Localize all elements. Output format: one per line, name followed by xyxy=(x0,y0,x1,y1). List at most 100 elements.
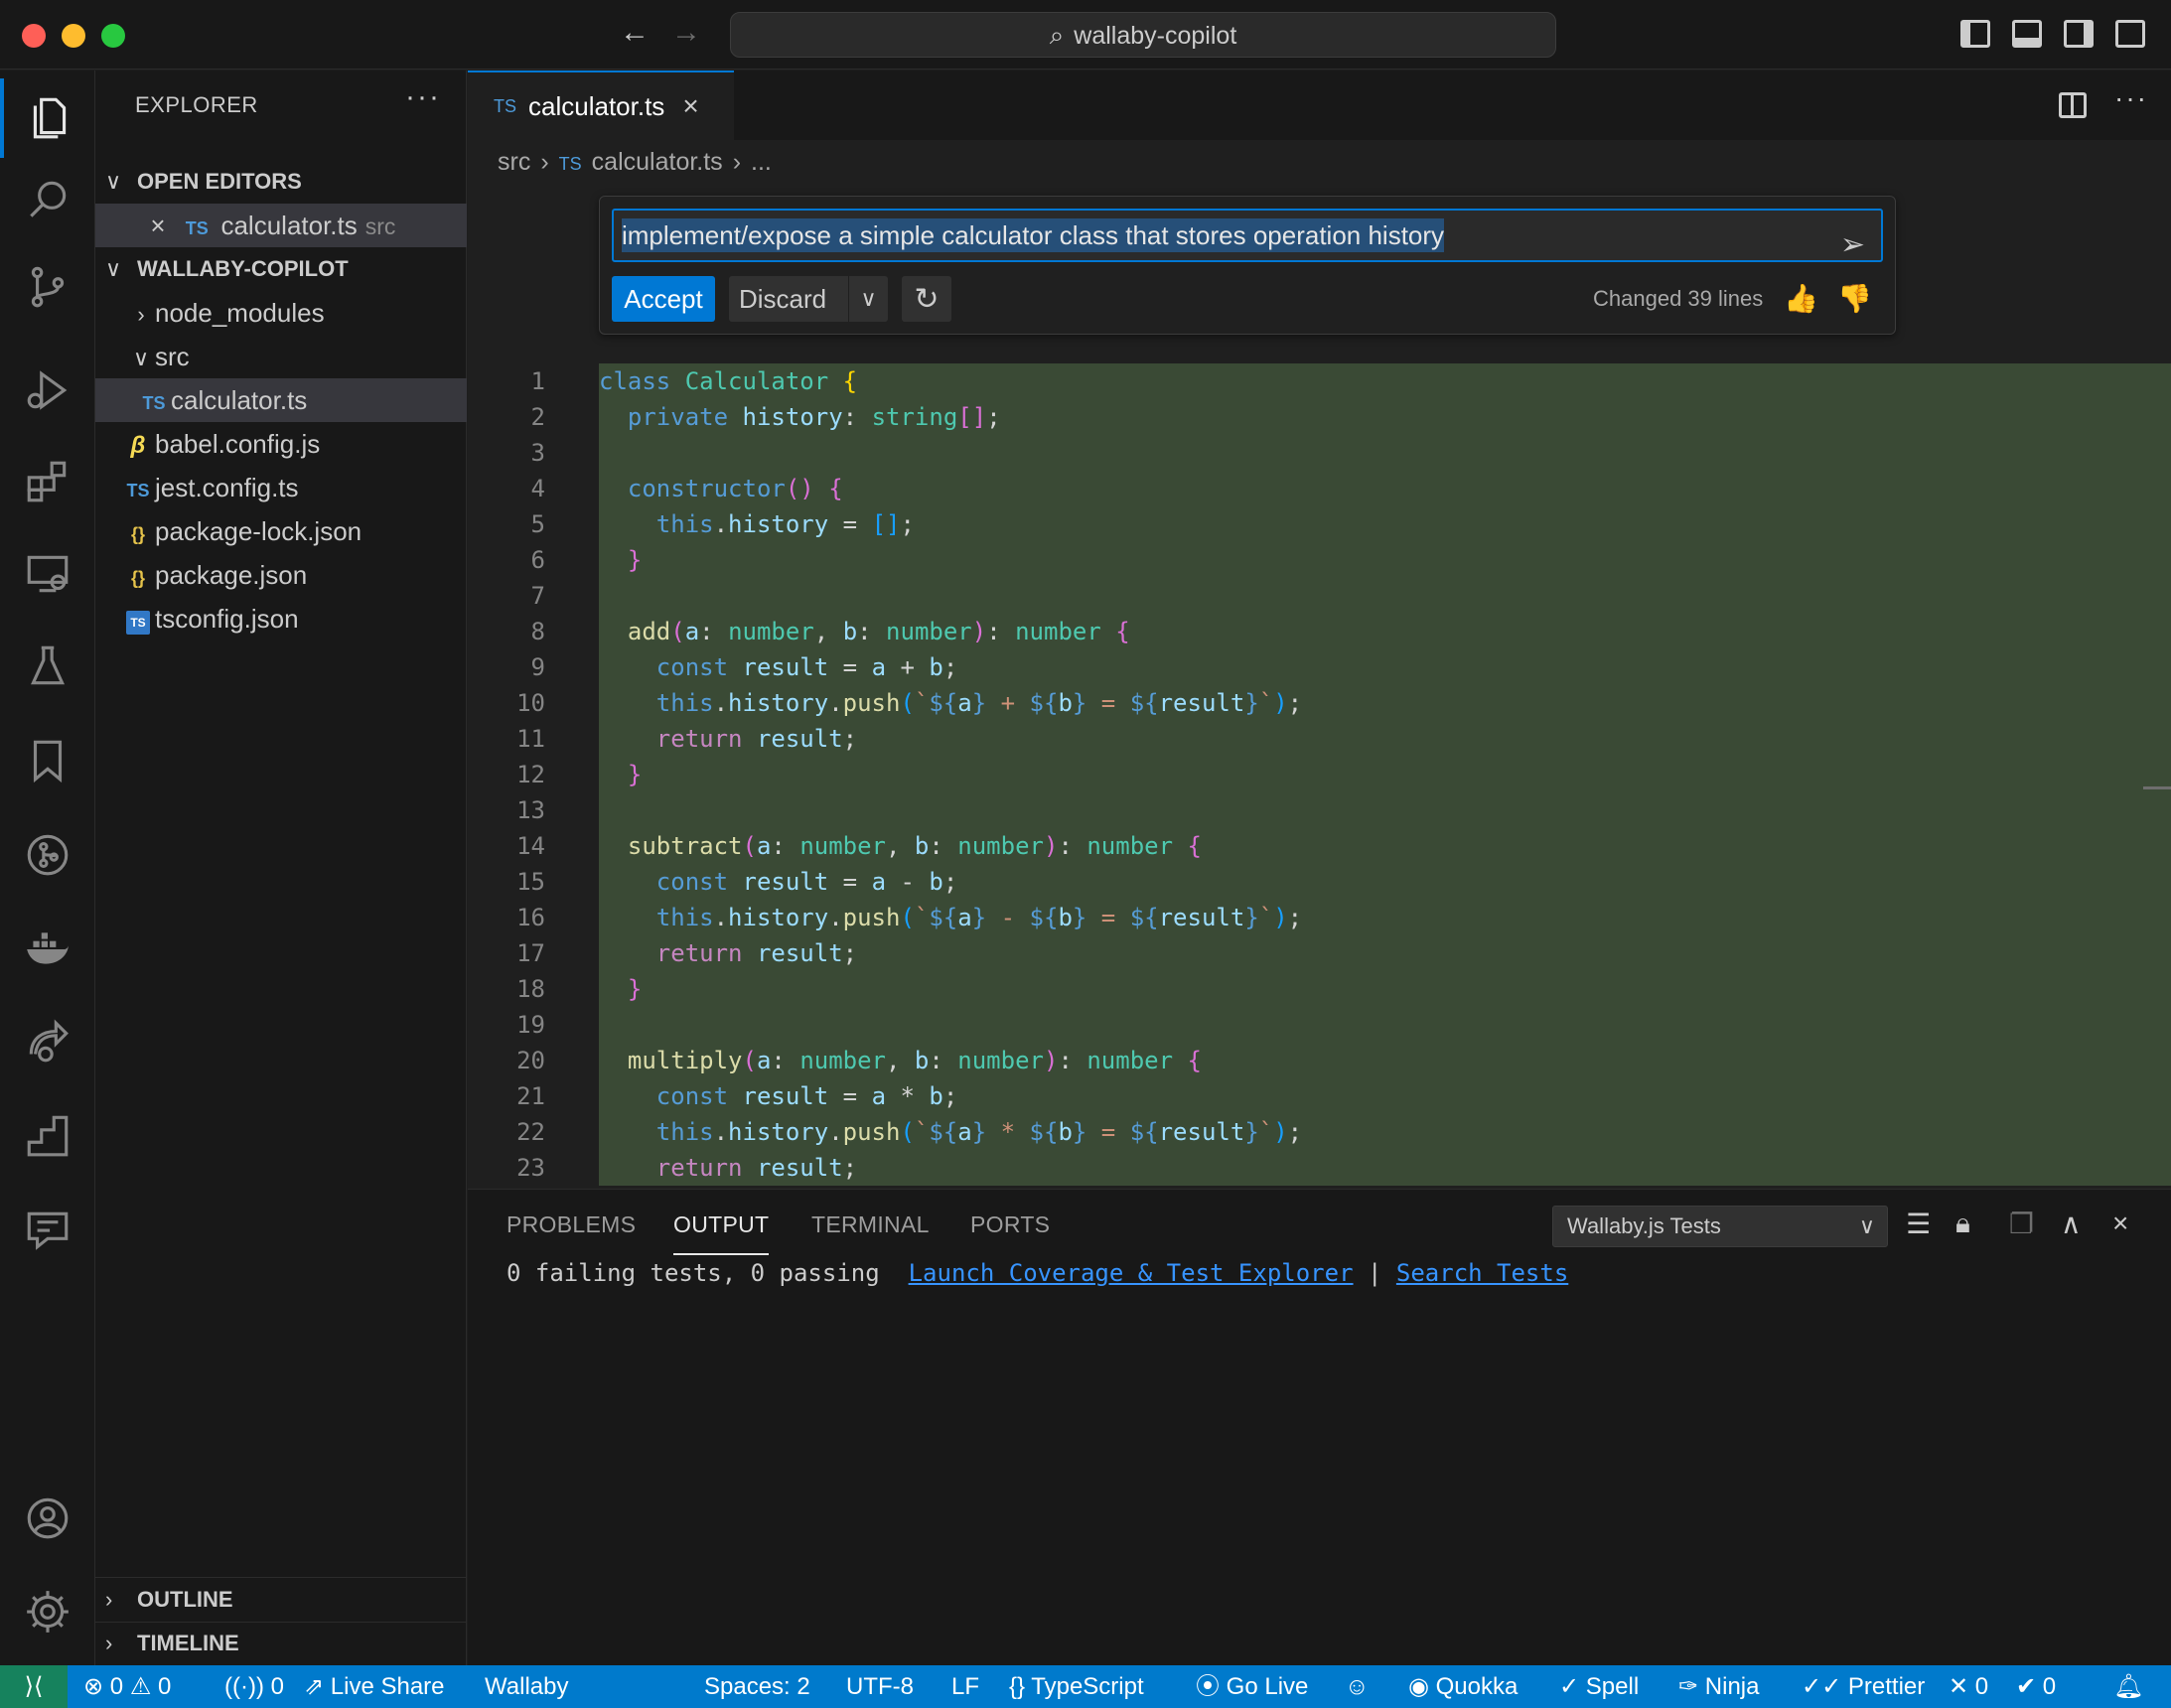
test-fail-status[interactable]: ✕ 0 xyxy=(1949,1665,1988,1708)
chevron-down-icon: ∨ xyxy=(132,346,150,370)
tab-ports[interactable]: PORTS xyxy=(970,1211,1050,1238)
settings-gear-icon[interactable] xyxy=(0,1572,95,1651)
more-actions-icon[interactable]: ··· xyxy=(2114,82,2148,114)
stairs-icon[interactable] xyxy=(0,1096,95,1176)
testing-icon[interactable] xyxy=(0,627,95,706)
code-line: 2 private history: string[]; xyxy=(468,399,2171,435)
code-line: 19 xyxy=(468,1007,2171,1043)
source-control-icon[interactable] xyxy=(0,247,95,327)
explorer-icon[interactable] xyxy=(0,78,95,158)
minimize-window-button[interactable] xyxy=(62,24,85,48)
command-center-search[interactable]: ⌕ wallaby-copilot xyxy=(730,12,1556,58)
tree-item-package-json[interactable]: {} package.json xyxy=(95,553,467,597)
toggle-secondary-sidebar-icon[interactable] xyxy=(2064,20,2094,48)
accept-button[interactable]: Accept xyxy=(612,276,715,322)
run-debug-icon[interactable] xyxy=(0,351,95,430)
quokka-status[interactable]: ◉ Quokka xyxy=(1408,1665,1518,1708)
code-line: 6 } xyxy=(468,542,2171,578)
tree-item-node-modules[interactable]: › node_modules xyxy=(95,291,467,335)
search-tests-link[interactable]: Search Tests xyxy=(1396,1259,1568,1287)
forward-arrow-icon[interactable]: → xyxy=(671,16,701,50)
copilot-icon[interactable]: ☺ xyxy=(1345,1665,1370,1708)
close-window-button[interactable] xyxy=(22,24,46,48)
double-check-icon: ✓✓ xyxy=(1802,1673,1842,1700)
remote-explorer-icon[interactable] xyxy=(0,534,95,614)
tree-item-calculator-ts[interactable]: TS calculator.ts xyxy=(95,378,467,422)
go-live-status[interactable]: ⦿ Go Live xyxy=(1196,1665,1308,1708)
language-status[interactable]: {} TypeScript xyxy=(1009,1665,1144,1708)
launch-coverage-link[interactable]: Launch Coverage & Test Explorer xyxy=(909,1259,1354,1287)
tree-item-jest-config[interactable]: TS jest.config.ts xyxy=(95,466,467,509)
bookmarks-icon[interactable] xyxy=(0,721,95,800)
encoding-status[interactable]: UTF-8 xyxy=(846,1665,914,1708)
live-share-icon[interactable] xyxy=(0,1002,95,1081)
notifications-bell-icon[interactable]: 🔔︎ xyxy=(2113,1665,2143,1708)
problems-status[interactable]: ⊗ 0 ⚠ 0 xyxy=(83,1665,171,1708)
send-icon[interactable]: ➢ xyxy=(1840,220,1865,260)
maximize-panel-icon[interactable]: ∧ xyxy=(2061,1208,2082,1240)
comments-icon[interactable] xyxy=(0,1191,95,1270)
accounts-icon[interactable] xyxy=(0,1479,95,1558)
customize-layout-icon[interactable] xyxy=(2115,20,2145,48)
toggle-panel-icon[interactable] xyxy=(2012,20,2042,48)
tree-item-tsconfig[interactable]: TS tsconfig.json xyxy=(95,597,467,640)
lock-scroll-icon[interactable]: 🔒︎ xyxy=(1955,1208,1970,1240)
close-tab-icon[interactable]: × xyxy=(682,90,698,122)
eol-status[interactable]: LF xyxy=(951,1665,979,1708)
tree-item-src[interactable]: ∨ src xyxy=(95,335,467,378)
scrollbar-marker[interactable] xyxy=(2143,786,2171,789)
thumbs-down-icon[interactable]: 👎 xyxy=(1837,282,1872,315)
chevron-down-icon[interactable]: ∨ xyxy=(848,276,888,322)
thumbs-up-icon[interactable]: 👍 xyxy=(1784,282,1818,315)
tree-item-babel-config[interactable]: β babel.config.js xyxy=(95,422,467,466)
docker-icon[interactable] xyxy=(0,910,95,989)
tab-output[interactable]: OUTPUT xyxy=(673,1211,770,1255)
close-panel-icon[interactable]: × xyxy=(2112,1208,2128,1239)
code-line: 8 add(a: number, b: number): number { xyxy=(468,614,2171,649)
ninja-status[interactable]: ✑ Ninja xyxy=(1678,1665,1759,1708)
clear-output-icon[interactable]: ☰ xyxy=(1906,1208,1931,1240)
ports-status[interactable]: ((·)) 0 xyxy=(224,1665,284,1708)
inline-chat-input[interactable]: implement/expose a simple calculator cla… xyxy=(612,209,1883,262)
git-graph-icon[interactable] xyxy=(0,815,95,895)
breadcrumb-file[interactable]: calculator.ts xyxy=(592,148,723,176)
workspace-section[interactable]: ∨ WALLABY-COPILOT xyxy=(95,247,467,291)
regenerate-button[interactable]: ↻ xyxy=(902,276,951,322)
breadcrumb-folder[interactable]: src xyxy=(498,148,530,176)
toggle-primary-sidebar-icon[interactable] xyxy=(1960,20,1990,48)
open-in-editor-icon[interactable]: ❐ xyxy=(2009,1208,2034,1240)
spell-status[interactable]: ✓ Spell xyxy=(1559,1665,1639,1708)
tab-problems[interactable]: PROBLEMS xyxy=(507,1211,636,1238)
indentation-status[interactable]: Spaces: 2 xyxy=(704,1665,810,1708)
back-arrow-icon[interactable]: ← xyxy=(620,16,650,50)
wallaby-status[interactable]: Wallaby xyxy=(485,1665,568,1708)
open-editors-section[interactable]: ∨ OPEN EDITORS xyxy=(95,160,467,204)
open-editor-item[interactable]: × TS calculator.ts src xyxy=(95,204,467,247)
extensions-icon[interactable] xyxy=(0,442,95,521)
typescript-file-icon: TS xyxy=(558,154,582,174)
code-line: 18 } xyxy=(468,971,2171,1007)
search-icon[interactable] xyxy=(0,160,95,239)
breadcrumb-more[interactable]: ... xyxy=(751,148,772,176)
output-channel-select[interactable]: Wallaby.js Tests ∨ xyxy=(1552,1206,1888,1247)
quokka-label: Quokka xyxy=(1435,1673,1519,1700)
tree-item-package-lock[interactable]: {} package-lock.json xyxy=(95,509,467,553)
outline-section[interactable]: › OUTLINE xyxy=(95,1578,467,1622)
split-editor-icon[interactable] xyxy=(2059,92,2087,118)
maximize-window-button[interactable] xyxy=(101,24,125,48)
remote-indicator-icon[interactable]: ⟩⟨ xyxy=(0,1665,68,1708)
outline-label: OUTLINE xyxy=(137,1587,233,1612)
discard-button[interactable]: Discard ∨ xyxy=(729,276,888,322)
test-pass-status[interactable]: ✔ 0 xyxy=(2016,1665,2056,1708)
tree-item-label: calculator.ts xyxy=(171,385,308,415)
close-icon[interactable]: × xyxy=(143,204,173,247)
code-editor[interactable]: implement/expose a simple calculator cla… xyxy=(468,184,2171,1189)
live-share-status[interactable]: ⇗ Live Share xyxy=(304,1665,445,1708)
prettier-status[interactable]: ✓✓ Prettier xyxy=(1802,1665,1925,1708)
timeline-section[interactable]: › TIMELINE xyxy=(95,1622,467,1665)
code-line: 4 constructor() { xyxy=(468,471,2171,506)
more-actions-icon[interactable]: ··· xyxy=(405,80,441,114)
tab-calculator-ts[interactable]: TS calculator.ts × xyxy=(468,71,734,140)
tab-terminal[interactable]: TERMINAL xyxy=(811,1211,930,1238)
error-icon: ⊗ xyxy=(83,1673,104,1700)
